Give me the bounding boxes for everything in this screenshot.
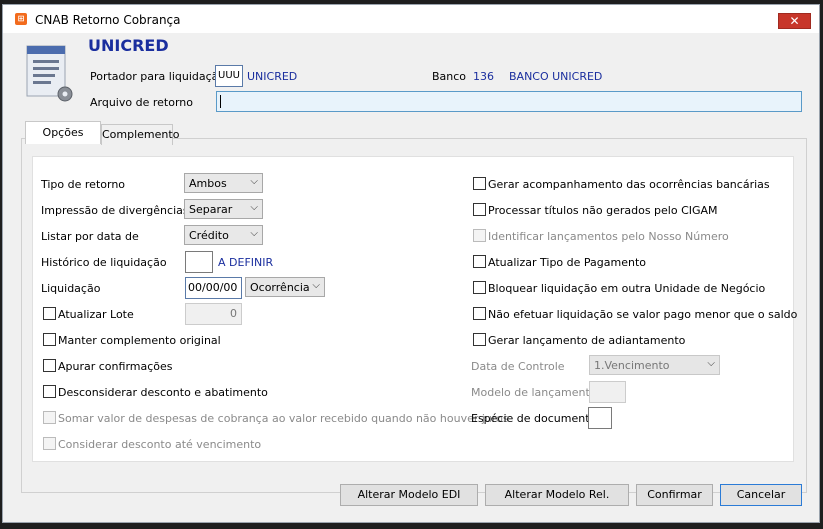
impressao-select[interactable]: Separar ⌵: [184, 199, 263, 219]
atualizar-lote-label: Atualizar Lote: [58, 308, 134, 321]
banco-label: Banco: [432, 70, 467, 83]
considerar-desconto-label: Considerar desconto até vencimento: [58, 438, 262, 451]
tipo-retorno-label: Tipo de retorno: [41, 178, 126, 191]
apurar-confirmacoes-checkbox[interactable]: [43, 359, 56, 372]
liquidacao-type-value: Ocorrência: [250, 281, 310, 294]
apurar-confirmacoes-label: Apurar confirmações: [58, 360, 173, 373]
atualizar-lote-checkbox[interactable]: [43, 307, 56, 320]
cancelar-button[interactable]: Cancelar: [720, 484, 802, 506]
arquivo-label: Arquivo de retorno: [90, 96, 193, 109]
manter-complemento-checkbox[interactable]: [43, 333, 56, 346]
chevron-down-icon: ⌵: [250, 228, 258, 239]
chevron-down-icon: ⌵: [250, 176, 258, 187]
desconsiderar-desconto-checkbox[interactable]: [43, 385, 56, 398]
close-button[interactable]: ✕: [778, 13, 811, 29]
identificar-lancamentos-label: Identificar lançamentos pelo Nosso Númer…: [488, 230, 729, 243]
gerar-adiantamento-checkbox[interactable]: [473, 333, 486, 346]
confirmar-button[interactable]: Confirmar: [636, 484, 713, 506]
tab-complemento[interactable]: Complemento: [101, 124, 179, 145]
somar-despesas-label: Somar valor de despesas de cobrança ao v…: [58, 412, 509, 425]
bloquear-liquidacao-label: Bloquear liquidação em outra Unidade de …: [488, 282, 766, 295]
liquidacao-label: Liquidação: [41, 282, 101, 295]
close-icon: ✕: [789, 14, 800, 28]
nao-efetuar-checkbox[interactable]: [473, 307, 486, 320]
listar-value: Crédito: [189, 229, 229, 242]
impressao-label: Impressão de divergências: [41, 204, 189, 217]
atualizar-tipo-checkbox[interactable]: [473, 255, 486, 268]
processar-titulos-checkbox[interactable]: [473, 203, 486, 216]
chevron-down-icon: ⌵: [312, 280, 320, 291]
somar-despesas-checkbox: [43, 411, 56, 424]
title-bar: ⊞ CNAB Retorno Cobrança ✕: [3, 5, 819, 33]
modelo-lancamento-input: [589, 381, 626, 403]
gerar-acompanhamento-label: Gerar acompanhamento das ocorrências ban…: [488, 178, 770, 191]
bloquear-liquidacao-checkbox[interactable]: [473, 281, 486, 294]
listar-select[interactable]: Crédito ⌵: [184, 225, 263, 245]
identificar-lancamentos-checkbox: [473, 229, 486, 242]
atualizar-tipo-label: Atualizar Tipo de Pagamento: [488, 256, 646, 269]
gerar-adiantamento-label: Gerar lançamento de adiantamento: [488, 334, 686, 347]
tab-opcoes[interactable]: Opções: [25, 121, 101, 144]
nao-efetuar-label: Não efetuar liquidação se valor pago men…: [488, 308, 798, 321]
data-controle-value: 1.Vencimento: [594, 359, 670, 372]
app-icon: ⊞: [15, 13, 27, 25]
liquidacao-type-select[interactable]: Ocorrência ⌵: [245, 277, 325, 297]
historico-label: Histórico de liquidação: [41, 256, 167, 269]
considerar-desconto-checkbox: [43, 437, 56, 450]
portador-name: UNICRED: [247, 70, 298, 83]
listar-label: Listar por data de: [41, 230, 139, 243]
liquidacao-date-input[interactable]: 00/00/00: [185, 277, 242, 299]
impressao-value: Separar: [189, 203, 233, 216]
historico-input[interactable]: [185, 251, 213, 273]
modelo-lancamento-label: Modelo de lançamento: [471, 386, 597, 399]
historico-desc: A DEFINIR: [218, 256, 274, 269]
chevron-down-icon: ⌵: [707, 358, 715, 369]
especie-documento-label: Espécie de documento: [471, 412, 597, 425]
atualizar-lote-input: 0: [185, 303, 242, 325]
processar-titulos-label: Processar títulos não gerados pelo CIGAM: [488, 204, 718, 217]
alterar-modelo-edi-button[interactable]: Alterar Modelo EDI: [340, 484, 478, 506]
especie-documento-input[interactable]: [588, 407, 612, 429]
portador-code-input[interactable]: UUU: [215, 65, 243, 87]
tipo-retorno-select[interactable]: Ambos ⌵: [184, 173, 263, 193]
data-controle-select: 1.Vencimento ⌵: [589, 355, 720, 375]
gerar-acompanhamento-checkbox[interactable]: [473, 177, 486, 190]
alterar-modelo-rel-button[interactable]: Alterar Modelo Rel.: [485, 484, 629, 506]
document-settings-icon: [26, 45, 73, 102]
banco-name: BANCO UNICRED: [509, 70, 603, 83]
text-cursor: [220, 95, 221, 108]
portador-label: Portador para liquidação: [90, 70, 226, 83]
bank-title: UNICRED: [88, 36, 169, 55]
window-title: CNAB Retorno Cobrança: [35, 13, 181, 27]
tipo-retorno-value: Ambos: [189, 177, 227, 190]
arquivo-retorno-input[interactable]: [216, 91, 802, 112]
data-controle-label: Data de Controle: [471, 360, 565, 373]
manter-complemento-label: Manter complemento original: [58, 334, 221, 347]
banco-code: 136: [473, 70, 494, 83]
desconsiderar-desconto-label: Desconsiderar desconto e abatimento: [58, 386, 268, 399]
chevron-down-icon: ⌵: [250, 202, 258, 213]
